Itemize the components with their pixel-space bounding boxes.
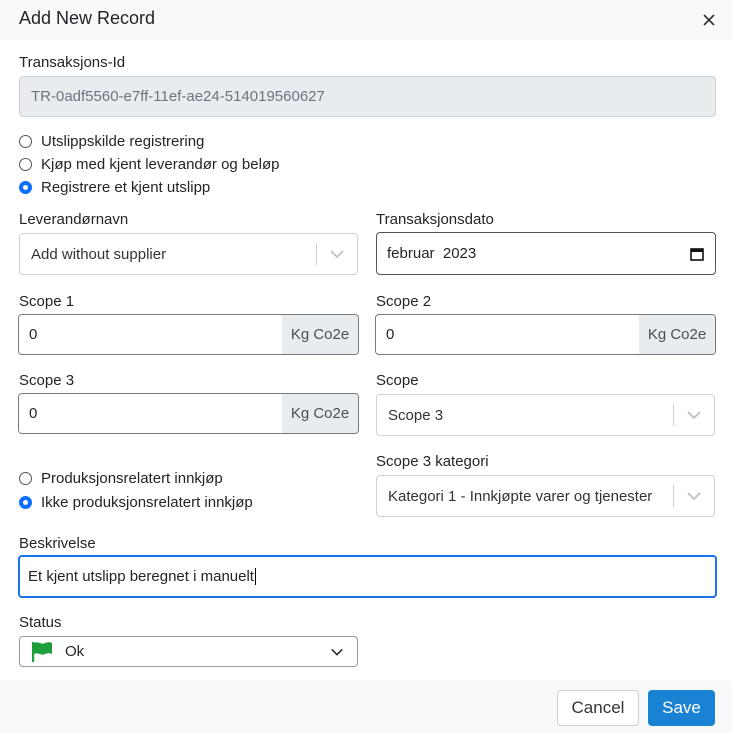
scope1-label: Scope 1 [19, 293, 75, 310]
select-separator [673, 404, 674, 426]
radio-button[interactable] [19, 157, 32, 171]
scope-label: Scope [376, 372, 419, 389]
scope3-category-label: Scope 3 kategori [376, 453, 489, 470]
description-value: Et kjent utslipp beregnet i manuelt [28, 568, 254, 585]
modal-title: Add New Record [19, 8, 156, 28]
transaction-id-field: TR-0adf5560-e7ff-11ef-ae24-514019560627 [19, 76, 716, 117]
transaction-id-label: Transaksjons-Id [19, 54, 126, 71]
radio-known-supplier-purchase[interactable]: Kjøp med kjent leverandør og beløp [19, 154, 279, 174]
status-label: Status [19, 614, 62, 631]
transaction-date-input[interactable]: februar 2023 [376, 232, 716, 275]
radio-button[interactable] [19, 134, 32, 148]
scope1-input-group[interactable]: 0 Kg Co2e [18, 314, 359, 355]
chevron-down-icon [330, 250, 344, 259]
scope3-category-select[interactable]: Kategori 1 - Innkjøpte varer og tjeneste… [376, 475, 715, 517]
scope1-input[interactable]: 0 [19, 315, 282, 354]
radio-known-emission[interactable]: Registrere et kjent utslipp [19, 177, 210, 197]
chevron-down-icon [687, 411, 701, 420]
status-select[interactable]: Ok [19, 636, 358, 667]
chevron-down-icon [687, 492, 701, 501]
supplier-select[interactable]: Add without supplier [19, 233, 358, 275]
supplier-label: Leverandørnavn [19, 211, 129, 228]
flag-icon [32, 641, 52, 662]
calendar-icon[interactable] [690, 247, 704, 261]
select-separator [673, 485, 674, 507]
text-caret [254, 568, 256, 585]
scope2-input[interactable]: 0 [376, 315, 639, 354]
scope-select[interactable]: Scope 3 [376, 394, 715, 436]
scope3-category-value: Kategori 1 - Innkjøpte varer og tjeneste… [388, 487, 653, 505]
save-button[interactable]: Save [648, 690, 715, 726]
radio-button[interactable] [19, 471, 32, 485]
transaction-id-value: TR-0adf5560-e7ff-11ef-ae24-514019560627 [31, 88, 325, 105]
transaction-date-value: februar 2023 [387, 245, 477, 262]
radio-production-purchase[interactable]: Produksjonsrelatert innkjøp [19, 468, 223, 488]
scope3-input-group[interactable]: 0 Kg Co2e [18, 393, 359, 434]
scope3-label: Scope 3 [19, 372, 75, 389]
cancel-button[interactable]: Cancel [557, 690, 639, 726]
radio-button-selected[interactable] [19, 495, 32, 509]
radio-non-production-purchase[interactable]: Ikke produksjonsrelatert innkjøp [19, 492, 253, 512]
scope3-input[interactable]: 0 [19, 394, 282, 433]
select-separator [316, 243, 317, 265]
radio-button-selected[interactable] [19, 180, 32, 194]
scope3-unit: Kg Co2e [282, 394, 358, 433]
supplier-value: Add without supplier [31, 245, 167, 263]
description-input[interactable]: Et kjent utslipp beregnet i manuelt [18, 555, 717, 598]
radio-source-registration[interactable]: Utslippskilde registrering [19, 131, 204, 151]
close-icon [703, 14, 715, 26]
status-value: Ok [65, 643, 85, 660]
radio-label: Kjøp med kjent leverandør og beløp [41, 155, 280, 173]
scope2-input-group[interactable]: 0 Kg Co2e [375, 314, 716, 355]
modal-footer: Cancel Save [0, 681, 732, 733]
radio-label: Utslippskilde registrering [41, 132, 205, 150]
chevron-down-icon [331, 648, 343, 656]
scope1-unit: Kg Co2e [282, 315, 358, 354]
scope-value: Scope 3 [388, 406, 444, 424]
radio-label: Registrere et kjent utslipp [41, 178, 211, 196]
scope2-label: Scope 2 [376, 293, 432, 310]
transaction-date-label: Transaksjonsdato [376, 211, 494, 228]
radio-label: Ikke produksjonsrelatert innkjøp [41, 493, 253, 511]
radio-label: Produksjonsrelatert innkjøp [41, 469, 223, 487]
close-button[interactable] [698, 9, 720, 31]
description-label: Beskrivelse [19, 535, 96, 552]
modal-header: Add New Record [0, 0, 732, 40]
scope2-unit: Kg Co2e [639, 315, 715, 354]
